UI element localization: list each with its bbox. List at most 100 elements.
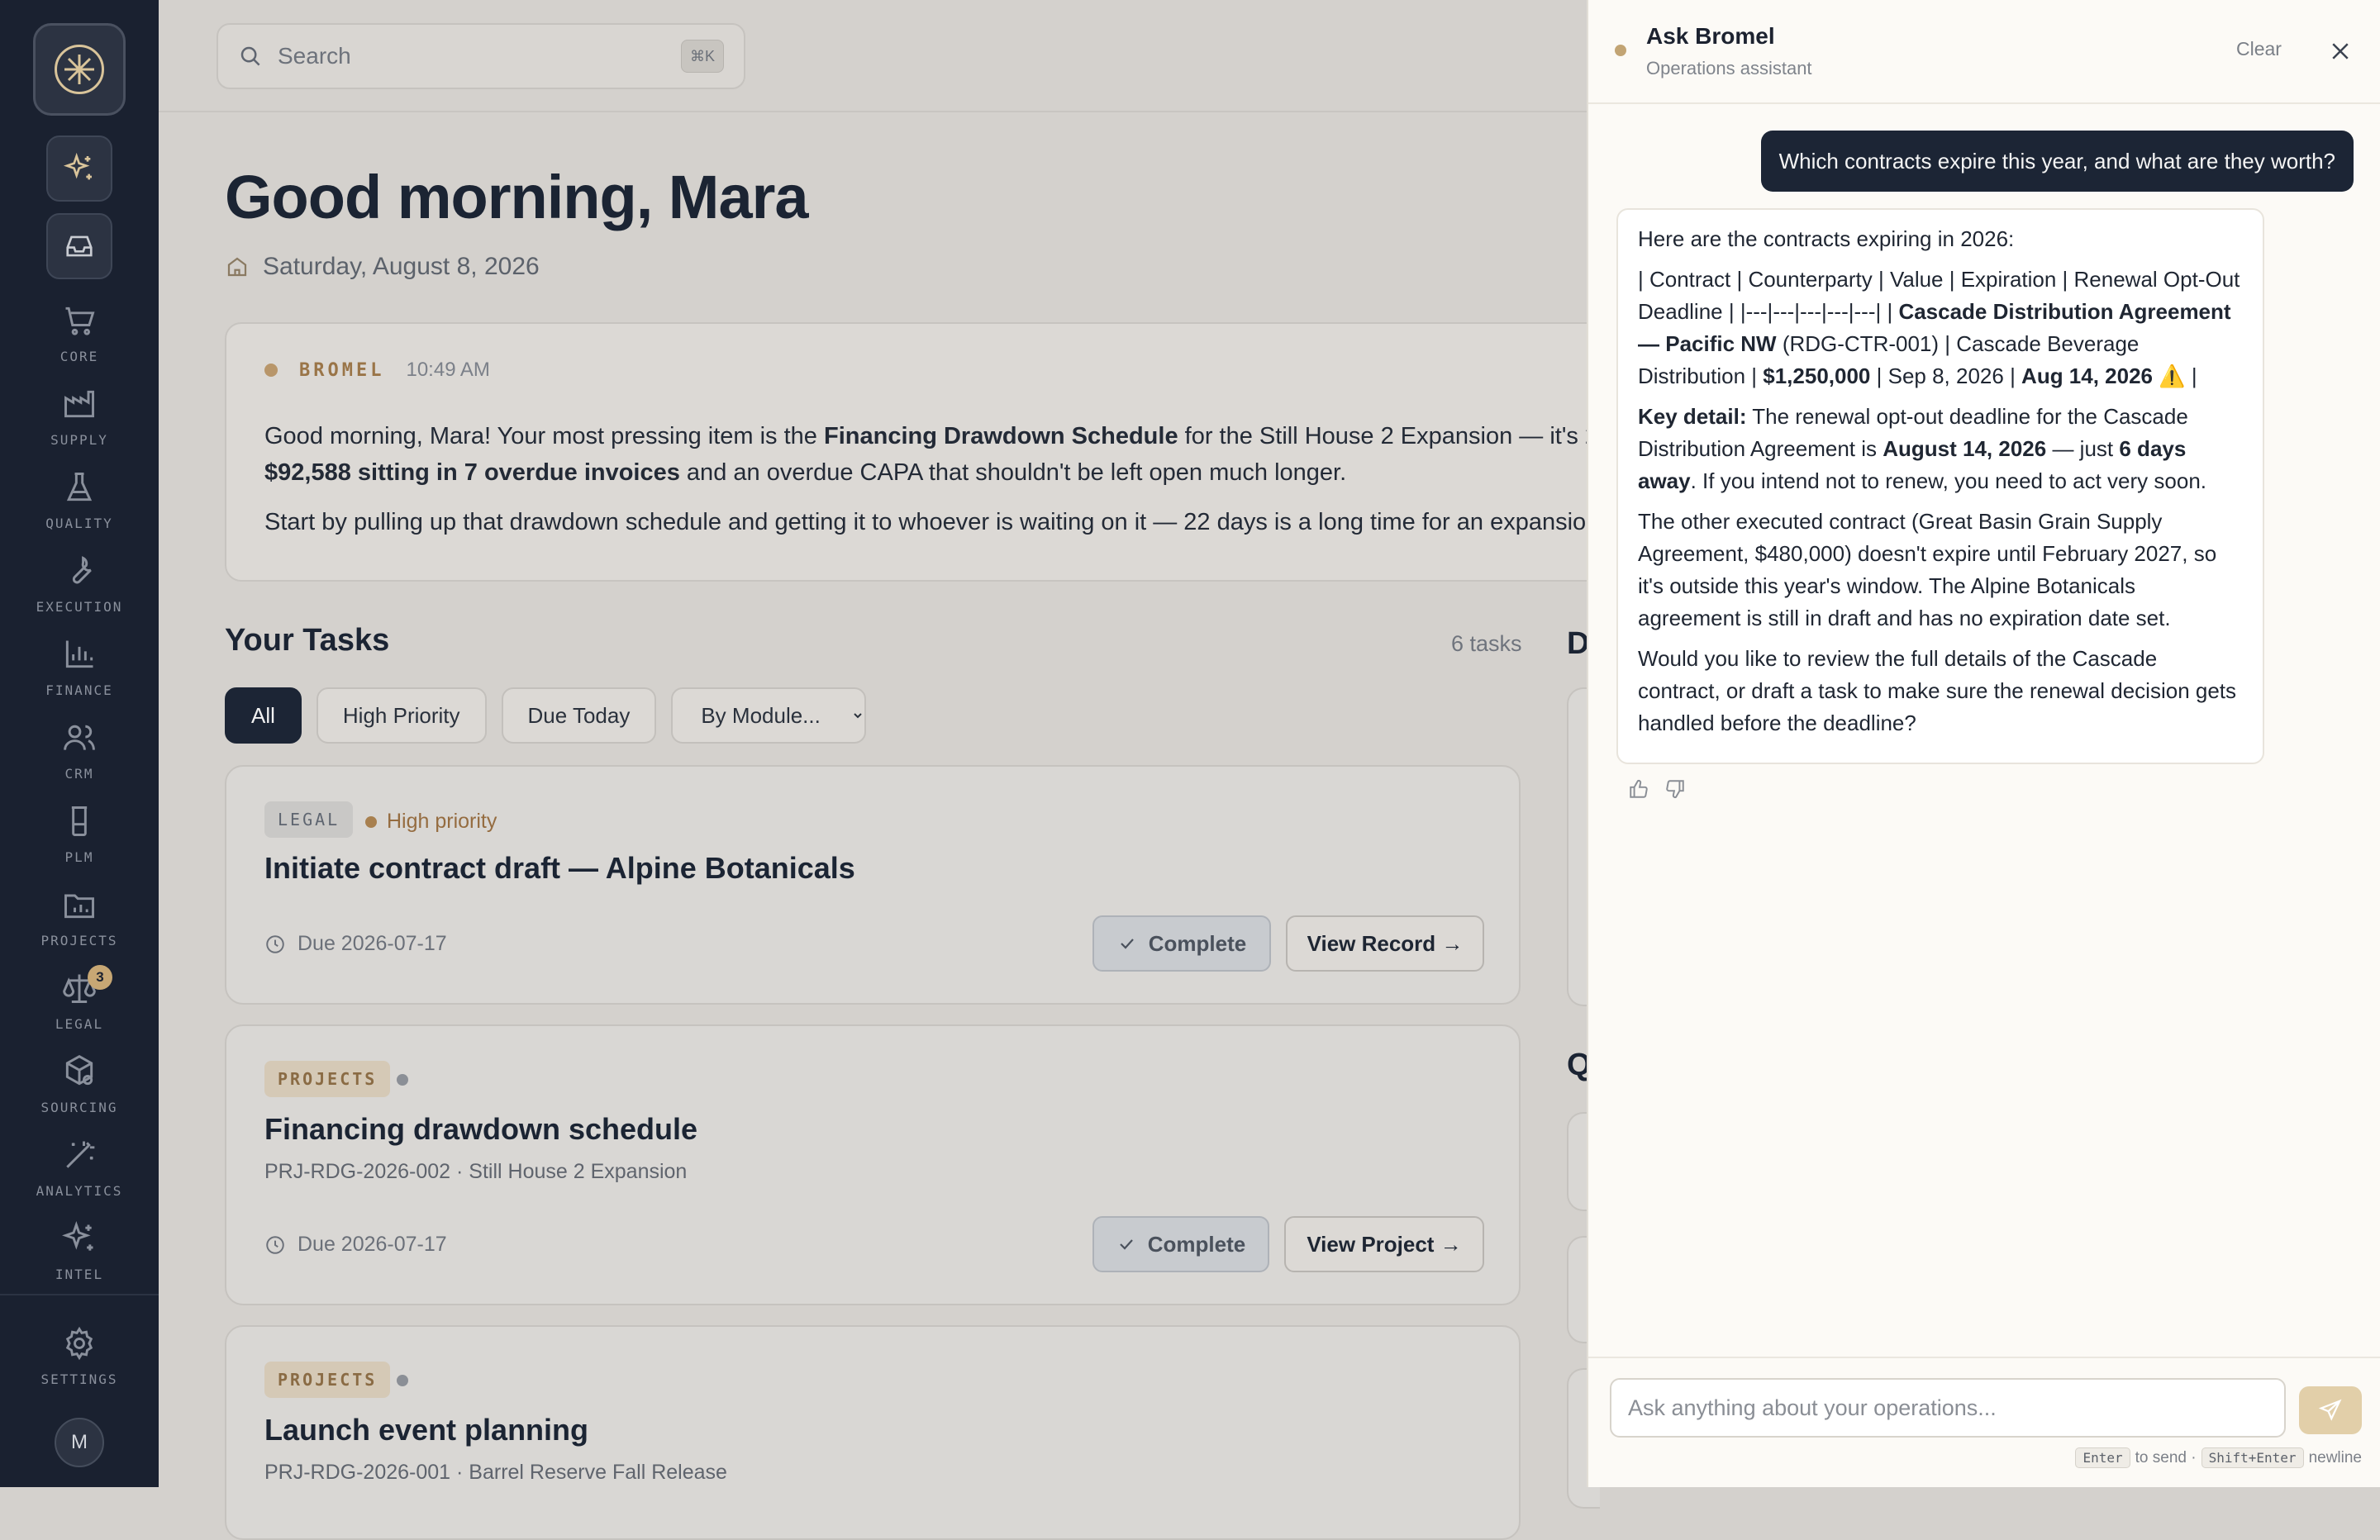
priority-dot	[397, 1074, 408, 1086]
package-search-icon	[65, 1054, 93, 1086]
briefing-card: BROMEL 10:49 AM Good morning, Mara! Your…	[225, 322, 1669, 582]
assistant-subtitle: Operations assistant	[1646, 58, 1812, 78]
task-card: LEGAL High priority Initiate contract dr…	[225, 765, 1521, 1005]
task-module-tag: LEGAL	[264, 801, 354, 838]
nav-projects[interactable]: PROJECTS	[0, 886, 159, 948]
nav-sourcing[interactable]: SOURCING	[0, 1053, 159, 1115]
sparkles-icon	[62, 1221, 93, 1251]
briefing-dot	[264, 364, 278, 377]
home-icon	[227, 257, 247, 277]
page-title: Good morning, Mara	[225, 163, 809, 231]
nav-quality[interactable]: QUALITY	[0, 469, 159, 531]
task-filters: All High Priority Due Today By Module...	[225, 687, 867, 744]
thumbs-up-icon	[1630, 780, 1648, 798]
app-logo[interactable]	[33, 23, 126, 116]
close-icon	[2332, 43, 2349, 59]
cart-icon	[65, 307, 95, 335]
reply-key-detail: Key detail: The renewal opt-out deadline…	[1638, 404, 2207, 493]
reply-intro: Here are the contracts expiring in 2026:	[1638, 226, 2015, 251]
assistant-title: Ask Bromel	[1646, 23, 1775, 49]
reply-table: | Contract | Counterparty | Value | Expi…	[1638, 267, 2240, 388]
briefing-header: BROMEL 10:49 AM	[264, 359, 490, 382]
nav-execution[interactable]: EXECUTION	[0, 553, 159, 615]
assistant-panel: Ask Bromel Operations assistant Clear Wh…	[1587, 0, 2380, 1487]
briefing-text-3: Start by pulling up that drawdown schedu…	[264, 509, 1628, 535]
reply-other: The other executed contract (Great Basin…	[1638, 509, 2217, 630]
task-title[interactable]: Launch event planning	[264, 1413, 588, 1447]
filter-all[interactable]: All	[225, 687, 302, 744]
clear-chat-button[interactable]: Clear	[2236, 38, 2282, 60]
complete-button[interactable]: Complete	[1092, 1216, 1269, 1272]
assistant-composer: Enter to send · Shift+Enter newline	[1588, 1357, 2380, 1487]
send-icon	[2318, 1399, 2342, 1421]
view-record-button[interactable]: View Record →	[1286, 915, 1484, 972]
folder-chart-icon	[64, 894, 94, 919]
task-title[interactable]: Initiate contract draft — Alpine Botanic…	[264, 851, 855, 886]
task-title[interactable]: Financing drawdown schedule	[264, 1112, 697, 1147]
search-input[interactable]	[278, 43, 681, 69]
briefing-time: 10:49 AM	[406, 359, 490, 381]
close-panel-button[interactable]	[2324, 35, 2357, 68]
task-subtitle: PRJ-RDG-2026-002 · Still House 2 Expansi…	[264, 1160, 688, 1183]
task-due: Due 2026-07-17	[264, 1233, 447, 1257]
nav-analytics[interactable]: ANALYTICS	[0, 1137, 159, 1199]
composer-hint: Enter to send · Shift+Enter newline	[2075, 1447, 2362, 1468]
assistant-header: Ask Bromel Operations assistant Clear	[1588, 0, 2380, 104]
briefing-text-2: $92,588 sitting in 7 overdue invoices an…	[264, 459, 1347, 486]
thumbs-down-button[interactable]	[1663, 777, 1687, 801]
flask-icon	[66, 473, 93, 501]
nav-core[interactable]: CORE	[0, 302, 159, 364]
priority-dot	[397, 1375, 408, 1386]
nav-supply[interactable]: SUPPLY	[0, 386, 159, 448]
tasks-count: 6 tasks	[1451, 631, 1522, 656]
check-icon	[1120, 939, 1134, 949]
nav-intel[interactable]: INTEL	[0, 1220, 159, 1282]
sparkles-icon	[63, 152, 92, 180]
logo-mark-icon	[55, 45, 104, 94]
filter-due-today[interactable]: Due Today	[501, 687, 657, 744]
search-icon	[240, 46, 260, 66]
inbox-button[interactable]	[46, 213, 112, 279]
search-shortcut: ⌘K	[681, 40, 724, 73]
thumbs-up-button[interactable]	[1626, 777, 1651, 801]
thumbs-down-icon	[1666, 780, 1684, 798]
wand-icon	[66, 1141, 95, 1168]
user-message: Which contracts expire this year, and wh…	[1760, 131, 2354, 192]
wrench-icon	[72, 556, 92, 584]
clock-icon	[266, 934, 284, 953]
sidebar-divider	[0, 1294, 159, 1295]
current-date: Saturday, August 8, 2026	[263, 253, 540, 280]
check-icon	[1119, 1239, 1133, 1250]
nav-plm[interactable]: PLM	[0, 803, 159, 865]
complete-button[interactable]: Complete	[1092, 915, 1271, 972]
cylinder-icon	[71, 806, 88, 836]
briefing-text: Good morning, Mara! Your most pressing i…	[264, 423, 1669, 449]
nav-finance[interactable]: FINANCE	[0, 636, 159, 698]
priority-label: High priority	[365, 810, 497, 834]
filter-high-priority[interactable]: High Priority	[316, 687, 487, 744]
nav-settings[interactable]: SETTINGS	[0, 1325, 159, 1387]
task-card: PROJECTS Financing drawdown schedule PRJ…	[225, 1024, 1521, 1305]
send-button[interactable]	[2299, 1386, 2362, 1434]
ask-ai-button[interactable]	[46, 135, 112, 202]
inbox-icon	[66, 235, 93, 257]
priority-dot	[365, 815, 377, 828]
view-project-button[interactable]: View Project →	[1284, 1216, 1484, 1272]
task-module-tag: PROJECTS	[264, 1061, 391, 1097]
users-icon	[64, 725, 95, 750]
top-bar: ⌘K	[159, 0, 1587, 112]
search-box[interactable]: ⌘K	[217, 23, 745, 89]
assistant-status-dot	[1615, 45, 1626, 56]
briefing-source: BROMEL	[299, 359, 385, 381]
nav-crm[interactable]: CRM	[0, 720, 159, 782]
assistant-message: Here are the contracts expiring in 2026:…	[1616, 208, 2264, 764]
task-card: PROJECTS Launch event planning PRJ-RDG-2…	[225, 1325, 1521, 1540]
user-avatar[interactable]: M	[55, 1418, 104, 1467]
chat-input[interactable]	[1610, 1378, 2286, 1438]
task-subtitle: PRJ-RDG-2026-001 · Barrel Reserve Fall R…	[264, 1461, 727, 1484]
legal-count-badge: 3	[88, 965, 112, 990]
module-select[interactable]: By Module...	[671, 687, 867, 744]
nav-legal[interactable]: 3 LEGAL	[0, 965, 159, 1032]
warehouse-icon	[64, 390, 94, 418]
task-module-tag: PROJECTS	[264, 1362, 391, 1398]
